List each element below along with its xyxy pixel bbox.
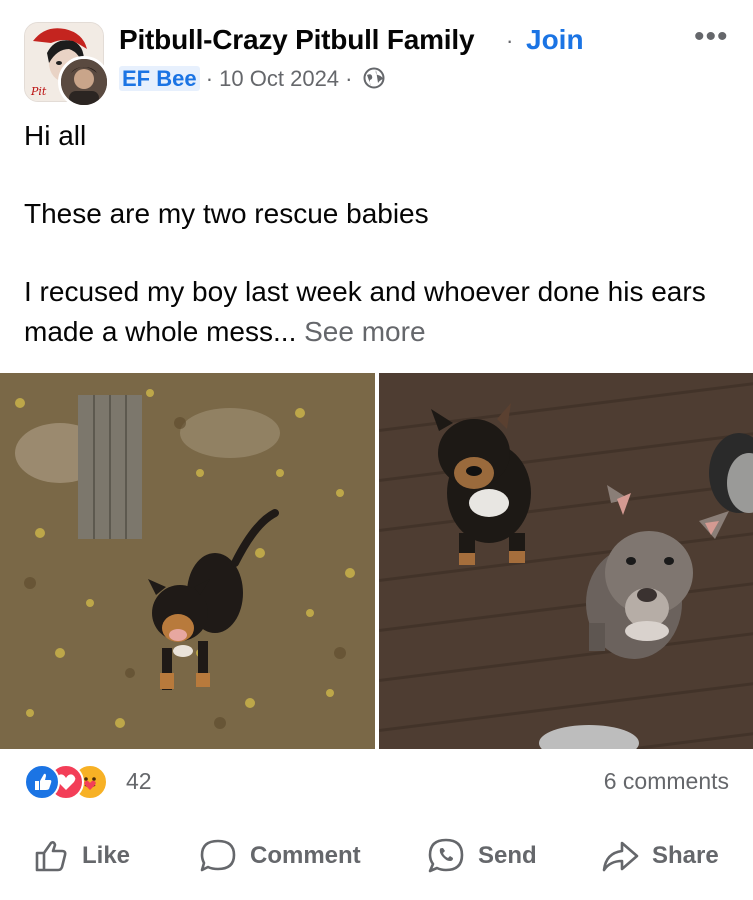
photo-two-dogs[interactable] bbox=[379, 373, 753, 749]
post-meta: EF Bee · 10 Oct 2024 · bbox=[119, 66, 385, 95]
share-button[interactable]: Share bbox=[600, 836, 719, 876]
comment-label: Comment bbox=[250, 842, 361, 869]
author-name[interactable]: EF Bee bbox=[119, 66, 200, 91]
thumbs-up-icon bbox=[35, 841, 67, 872]
whatsapp-icon bbox=[428, 838, 464, 873]
send-label: Send bbox=[478, 842, 537, 869]
join-button[interactable]: Join bbox=[526, 24, 584, 56]
post-actions: Like Comment Send Share bbox=[0, 820, 753, 892]
meta-separator: · bbox=[345, 66, 353, 91]
post-text: Hi all These are my two rescue babies I … bbox=[24, 116, 734, 352]
like-icon bbox=[24, 764, 60, 800]
comment-button[interactable]: Comment bbox=[198, 836, 361, 876]
post-photos bbox=[0, 373, 753, 749]
like-button[interactable]: Like bbox=[32, 836, 130, 876]
see-more-link[interactable]: See more bbox=[304, 316, 425, 347]
reaction-count: 42 bbox=[126, 768, 152, 794]
share-arrow-icon bbox=[602, 841, 639, 872]
user-avatar[interactable] bbox=[58, 56, 110, 108]
comment-bubble-icon bbox=[200, 839, 236, 872]
globe-icon bbox=[363, 67, 385, 95]
post-header: Pit Pitbull-Crazy Pitbull Family · Join … bbox=[0, 0, 753, 110]
comments-count[interactable]: 6 comments bbox=[604, 768, 729, 795]
svg-text:Pit: Pit bbox=[30, 85, 47, 98]
meta-separator: · bbox=[205, 66, 214, 91]
share-label: Share bbox=[652, 842, 719, 869]
post-paragraph: Hi all bbox=[24, 120, 87, 151]
separator-dot: · bbox=[506, 28, 514, 53]
like-label: Like bbox=[82, 842, 131, 869]
more-options-icon[interactable]: ••• bbox=[694, 20, 729, 54]
photo-dog-on-leaves[interactable] bbox=[0, 373, 375, 749]
post-date[interactable]: 10 Oct 2024 bbox=[219, 66, 339, 91]
group-name[interactable]: Pitbull-Crazy Pitbull Family bbox=[119, 24, 475, 56]
send-button[interactable]: Send bbox=[426, 836, 537, 876]
post-paragraph: I recused my boy last week and whoever d… bbox=[24, 276, 706, 347]
post-paragraph: These are my two rescue babies bbox=[24, 198, 429, 229]
